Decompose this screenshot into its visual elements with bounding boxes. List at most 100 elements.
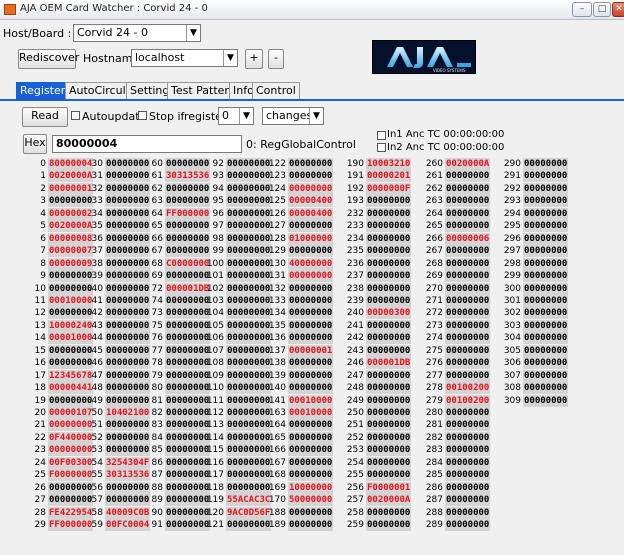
register-cell[interactable]: 297 00000000 [495, 245, 569, 257]
in1-anc-tc-checkbox[interactable] [377, 131, 386, 140]
register-cell[interactable]: 53 00000000 [83, 444, 151, 456]
register-cell[interactable]: 127 00000000 [260, 220, 334, 232]
stop-if-checkbox[interactable] [138, 111, 147, 120]
register-cell[interactable]: 261 00000000 [417, 170, 491, 182]
register-cell[interactable]: 164 00000000 [260, 419, 334, 431]
register-cell[interactable]: 56 00000000 [83, 482, 151, 494]
register-cell[interactable]: 274 00000000 [417, 332, 491, 344]
register-cell[interactable]: 295 00000000 [495, 220, 569, 232]
register-cell[interactable]: 242 00000000 [338, 332, 412, 344]
register-cell[interactable]: 299 00000000 [495, 270, 569, 282]
hostname-input[interactable]: localhost ▼ [131, 49, 238, 67]
register-cell[interactable]: 294 00000000 [495, 208, 569, 220]
register-cell[interactable]: 35 00000000 [83, 220, 151, 232]
register-cell[interactable]: 281 00000000 [417, 419, 491, 431]
register-cell[interactable]: 279 00100200 [417, 395, 491, 407]
register-cell[interactable]: 289 00000000 [417, 519, 491, 531]
register-cell[interactable]: 42 00000000 [83, 307, 151, 319]
register-cell[interactable]: 257 0020000A [338, 494, 412, 506]
remove-host-button[interactable]: - [268, 49, 284, 69]
register-cell[interactable]: 193 00000000 [338, 195, 412, 207]
register-cell[interactable]: 132 00000000 [260, 283, 334, 295]
register-cell[interactable]: 260 0020000A [417, 158, 491, 170]
register-cell[interactable]: 44 00000000 [83, 332, 151, 344]
register-cell[interactable]: 264 00000000 [417, 208, 491, 220]
register-cell[interactable]: 45 00000000 [83, 345, 151, 357]
register-cell[interactable]: 191 00000201 [338, 170, 412, 182]
maximize-button[interactable]: □ [593, 2, 611, 17]
register-cell[interactable]: 253 00000000 [338, 444, 412, 456]
register-cell[interactable]: 141 00010000 [260, 395, 334, 407]
register-cell[interactable]: 189 00000000 [260, 519, 334, 531]
register-cell[interactable]: 232 00000000 [338, 208, 412, 220]
register-cell[interactable]: 248 00000000 [338, 382, 412, 394]
register-cell[interactable]: 137 00000001 [260, 345, 334, 357]
register-cell[interactable]: 190 10003210 [338, 158, 412, 170]
register-cell[interactable]: 305 00000000 [495, 345, 569, 357]
register-cell[interactable]: 247 00000000 [338, 370, 412, 382]
tab-control[interactable]: Control [252, 82, 300, 100]
register-cell[interactable]: 280 00000000 [417, 407, 491, 419]
read-button[interactable]: Read [22, 107, 68, 127]
register-cell[interactable]: 124 00000000 [260, 183, 334, 195]
register-cell[interactable]: 251 00000000 [338, 419, 412, 431]
register-cell[interactable]: 296 00000000 [495, 233, 569, 245]
register-cell[interactable]: 48 00000000 [83, 382, 151, 394]
register-cell[interactable]: 41 00000000 [83, 295, 151, 307]
register-cell[interactable]: 43 00000000 [83, 320, 151, 332]
register-cell[interactable]: 309 00000000 [495, 395, 569, 407]
register-cell[interactable]: 238 00000000 [338, 283, 412, 295]
register-cell[interactable]: 239 00000000 [338, 295, 412, 307]
register-cell[interactable]: 262 00000000 [417, 183, 491, 195]
register-cell[interactable]: 255 00000000 [338, 469, 412, 481]
register-cell[interactable]: 50 10402100 [83, 407, 151, 419]
register-cell[interactable]: 135 00000000 [260, 320, 334, 332]
register-cell[interactable]: 139 00000000 [260, 370, 334, 382]
register-cell[interactable]: 267 00000000 [417, 245, 491, 257]
register-cell[interactable]: 270 00000000 [417, 283, 491, 295]
register-cell[interactable]: 36 00000000 [83, 233, 151, 245]
register-cell[interactable]: 170 50000000 [260, 494, 334, 506]
autoupdate-checkbox[interactable] [71, 111, 80, 120]
register-cell[interactable]: 188 00000000 [260, 507, 334, 519]
hex-button[interactable]: Hex [23, 134, 47, 154]
register-cell[interactable]: 290 00000000 [495, 158, 569, 170]
register-cell[interactable]: 39 00000000 [83, 270, 151, 282]
register-cell[interactable]: 269 00000000 [417, 270, 491, 282]
register-cell[interactable]: 272 00000000 [417, 307, 491, 319]
register-cell[interactable]: 275 00000000 [417, 345, 491, 357]
add-host-button[interactable]: + [245, 49, 263, 69]
register-cell[interactable]: 283 00000000 [417, 444, 491, 456]
register-cell[interactable]: 249 00000000 [338, 395, 412, 407]
register-cell[interactable]: 52 00000000 [83, 432, 151, 444]
register-cell[interactable]: 51 00000000 [83, 419, 151, 431]
register-cell[interactable]: 302 00000000 [495, 307, 569, 319]
register-cell[interactable]: 252 00000000 [338, 432, 412, 444]
register-cell[interactable]: 307 00000000 [495, 370, 569, 382]
condition-select[interactable]: changes ▼ [262, 107, 324, 125]
register-cell[interactable]: 30 00000000 [83, 158, 151, 170]
register-cell[interactable]: 57 00000000 [83, 494, 151, 506]
register-cell[interactable]: 40 00000000 [83, 283, 151, 295]
register-cell[interactable]: 265 00000000 [417, 220, 491, 232]
register-cell[interactable]: 165 00000000 [260, 432, 334, 444]
register-cell[interactable]: 34 00000000 [83, 208, 151, 220]
register-cell[interactable]: 285 00000000 [417, 469, 491, 481]
register-cell[interactable]: 235 00000000 [338, 245, 412, 257]
register-cell[interactable]: 298 00000000 [495, 258, 569, 270]
register-cell[interactable]: 31 00000000 [83, 170, 151, 182]
register-cell[interactable]: 58 40009C0B [83, 507, 151, 519]
in2-anc-tc-checkbox[interactable] [377, 143, 386, 152]
register-cell[interactable]: 243 00000000 [338, 345, 412, 357]
register-cell[interactable]: 273 00000000 [417, 320, 491, 332]
register-cell[interactable]: 271 00000000 [417, 295, 491, 307]
register-cell[interactable]: 234 00000000 [338, 233, 412, 245]
register-cell[interactable]: 168 00000000 [260, 469, 334, 481]
register-cell[interactable]: 136 00000000 [260, 332, 334, 344]
register-cell[interactable]: 277 00000000 [417, 370, 491, 382]
register-cell[interactable]: 49 00000000 [83, 395, 151, 407]
register-cell[interactable]: 123 00000000 [260, 170, 334, 182]
register-cell[interactable]: 304 00000000 [495, 332, 569, 344]
register-cell[interactable]: 38 00000000 [83, 258, 151, 270]
register-cell[interactable]: 254 00000000 [338, 457, 412, 469]
